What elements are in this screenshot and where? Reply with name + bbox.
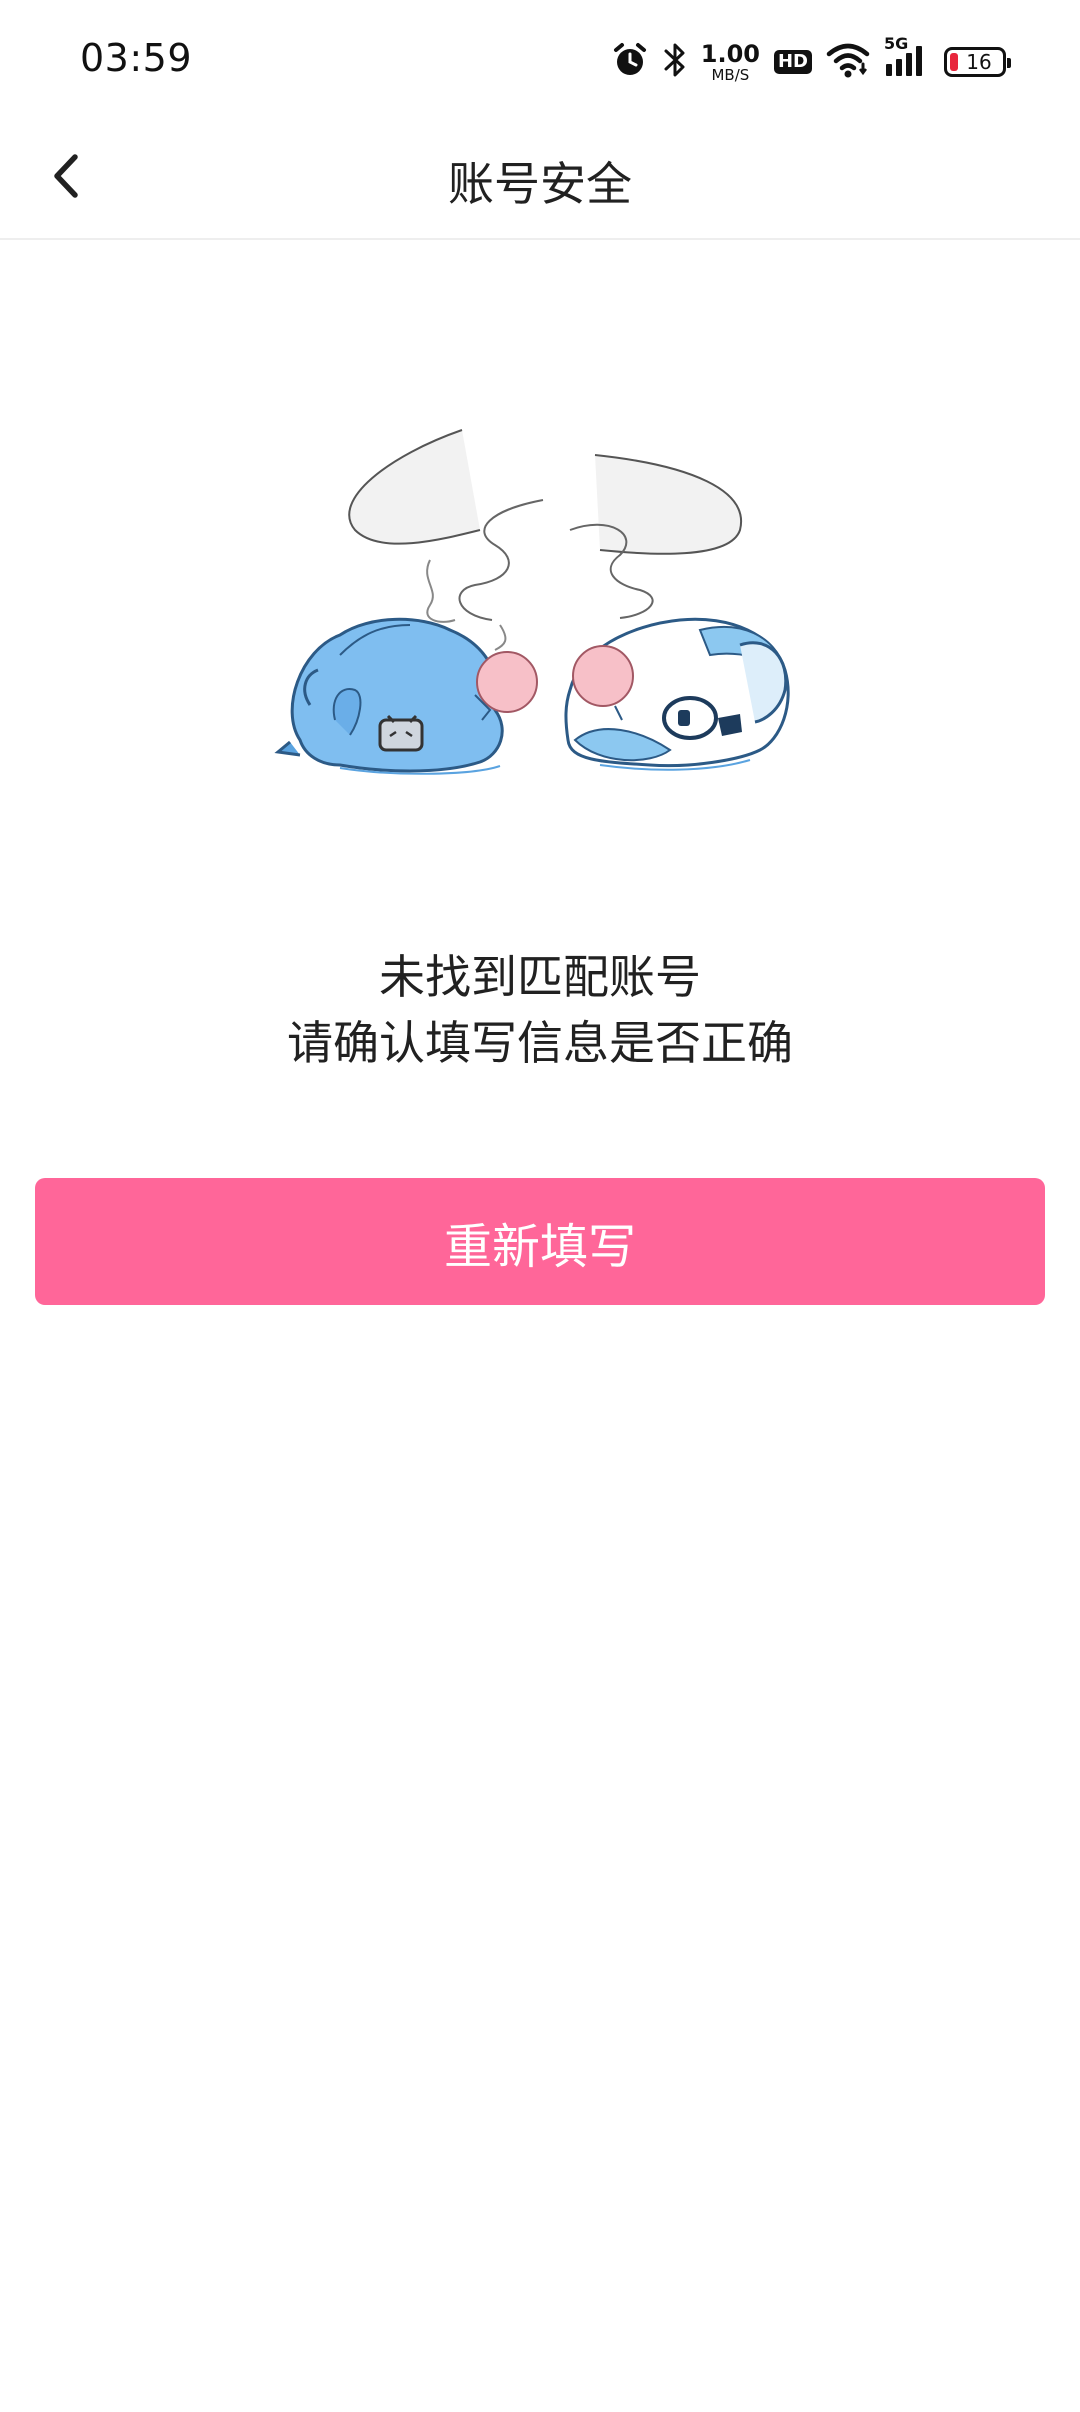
sleeping-mascots-illustration: [270, 420, 820, 840]
battery-icon: 16: [944, 47, 1011, 77]
nav-bar: 账号安全: [0, 120, 1080, 240]
retry-button[interactable]: 重新填写: [35, 1178, 1045, 1305]
network-type: 5G: [884, 34, 909, 53]
hd-icon: HD: [773, 50, 812, 74]
network-speed: 1.00 MB/S: [701, 42, 760, 83]
battery-tip: [1007, 58, 1011, 68]
message-line-2: 请确认填写信息是否正确: [287, 1016, 793, 1070]
status-bar: 03:59 1.00 MB/S HD 5G 16: [0, 0, 1080, 120]
battery-level: 16: [966, 50, 992, 74]
status-time: 03:59: [80, 36, 193, 80]
empty-state-message: 未找到匹配账号 请确认填写信息是否正确: [0, 944, 1080, 1076]
page-title: 账号安全: [448, 157, 632, 211]
network-speed-unit: MB/S: [711, 65, 750, 84]
bluetooth-icon: [663, 40, 687, 84]
status-icons: 1.00 MB/S HD 5G 16: [597, 34, 1011, 88]
wifi-icon: [826, 42, 870, 82]
alarm-icon: [611, 41, 649, 83]
message-line-1: 未找到匹配账号: [379, 950, 701, 1004]
network-speed-value: 1.00: [700, 39, 760, 68]
signal-icon: 5G: [884, 34, 930, 82]
